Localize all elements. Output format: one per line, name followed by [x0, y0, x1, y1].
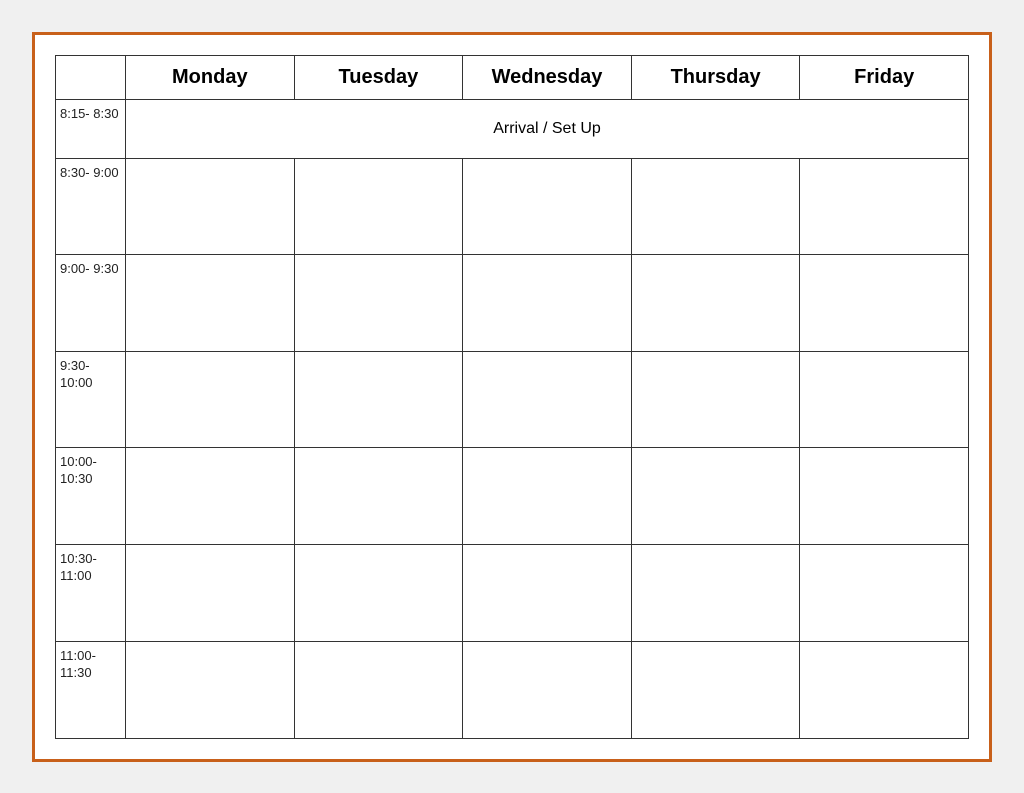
monday-cell-1	[126, 158, 295, 255]
time-cell-0: 8:15- 8:30	[56, 99, 126, 158]
table-row: 11:00- 11:30	[56, 641, 969, 738]
table-row: 10:00- 10:30	[56, 448, 969, 545]
header-time-cell	[56, 55, 126, 99]
header-wednesday: Wednesday	[463, 55, 632, 99]
thursday-cell-5	[631, 545, 800, 642]
friday-cell-6	[800, 641, 969, 738]
header-thursday: Thursday	[631, 55, 800, 99]
monday-cell-6	[126, 641, 295, 738]
tuesday-cell-2	[294, 255, 463, 352]
friday-cell-5	[800, 545, 969, 642]
time-cell-6: 11:00- 11:30	[56, 641, 126, 738]
header-monday: Monday	[126, 55, 295, 99]
time-cell-5: 10:30- 11:00	[56, 545, 126, 642]
time-cell-2: 9:00- 9:30	[56, 255, 126, 352]
friday-cell-4	[800, 448, 969, 545]
table-row: 8:30- 9:00	[56, 158, 969, 255]
wednesday-cell-4	[463, 448, 632, 545]
schedule-table: Monday Tuesday Wednesday Thursday Friday…	[55, 55, 969, 739]
friday-cell-1	[800, 158, 969, 255]
thursday-cell-2	[631, 255, 800, 352]
monday-cell-2	[126, 255, 295, 352]
tuesday-cell-5	[294, 545, 463, 642]
table-row: 9:30- 10:00	[56, 351, 969, 448]
friday-cell-3	[800, 351, 969, 448]
monday-cell-3	[126, 351, 295, 448]
tuesday-cell-3	[294, 351, 463, 448]
time-cell-3: 9:30- 10:00	[56, 351, 126, 448]
tuesday-cell-6	[294, 641, 463, 738]
table-row: 10:30- 11:00	[56, 545, 969, 642]
wednesday-cell-3	[463, 351, 632, 448]
monday-cell-4	[126, 448, 295, 545]
table-row: 9:00- 9:30	[56, 255, 969, 352]
header-friday: Friday	[800, 55, 969, 99]
wednesday-cell-5	[463, 545, 632, 642]
wednesday-cell-1	[463, 158, 632, 255]
arrival-cell: Arrival / Set Up	[126, 99, 969, 158]
thursday-cell-4	[631, 448, 800, 545]
monday-cell-5	[126, 545, 295, 642]
thursday-cell-1	[631, 158, 800, 255]
header-tuesday: Tuesday	[294, 55, 463, 99]
thursday-cell-6	[631, 641, 800, 738]
time-cell-4: 10:00- 10:30	[56, 448, 126, 545]
tuesday-cell-1	[294, 158, 463, 255]
arrival-row: 8:15- 8:30 Arrival / Set Up	[56, 99, 969, 158]
header-row: Monday Tuesday Wednesday Thursday Friday	[56, 55, 969, 99]
wednesday-cell-2	[463, 255, 632, 352]
friday-cell-2	[800, 255, 969, 352]
thursday-cell-3	[631, 351, 800, 448]
tuesday-cell-4	[294, 448, 463, 545]
time-cell-1: 8:30- 9:00	[56, 158, 126, 255]
wednesday-cell-6	[463, 641, 632, 738]
page-container: Monday Tuesday Wednesday Thursday Friday…	[32, 32, 992, 762]
